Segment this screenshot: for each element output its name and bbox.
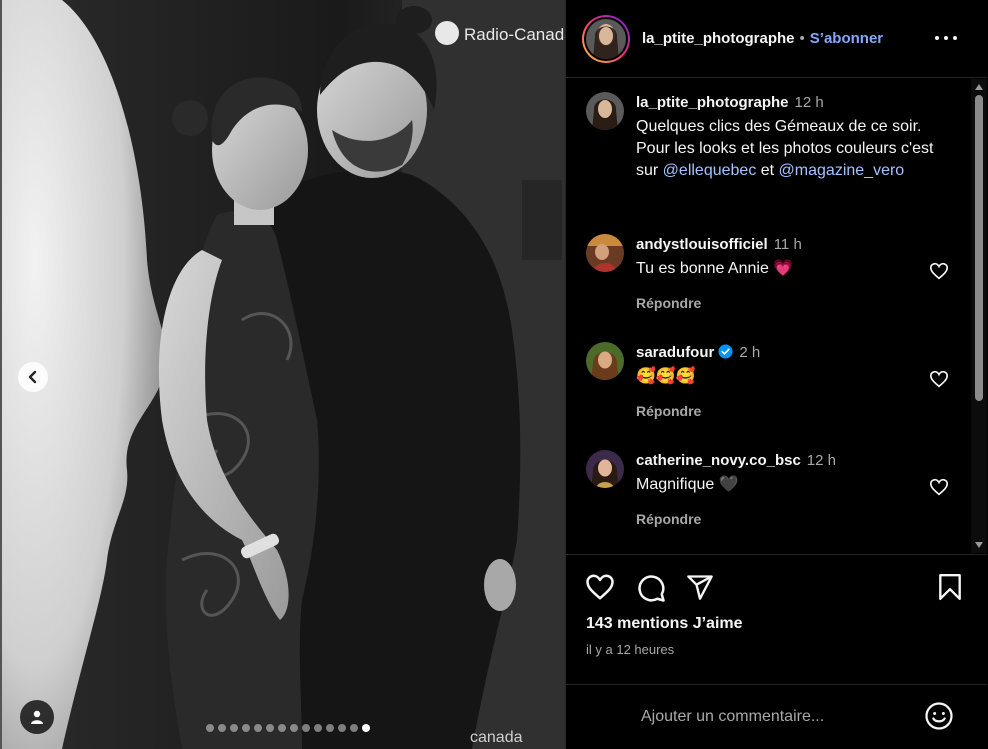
more-icon (935, 36, 939, 40)
carousel-indicator (206, 724, 370, 732)
carousel-dot (338, 724, 346, 732)
carousel-dot (242, 724, 250, 732)
carousel-dot (266, 724, 274, 732)
scroll-thumb[interactable] (975, 95, 983, 401)
author-username[interactable]: la_ptite_photographe (642, 30, 795, 47)
caption-username[interactable]: la_ptite_photographe (636, 94, 789, 111)
carousel-dot (218, 724, 226, 732)
verified-badge-icon (718, 344, 733, 359)
mention-link[interactable]: @ellequebec (663, 162, 757, 179)
comment-emoji: 🥰🥰🥰 (636, 368, 696, 385)
comment-time[interactable]: 2 h (739, 344, 760, 361)
more-options-button[interactable] (935, 28, 957, 48)
scroll-up-arrow[interactable] (975, 84, 983, 90)
comment-time[interactable]: 11 h (774, 236, 802, 253)
commenter-avatar[interactable] (586, 450, 624, 488)
mention-link[interactable]: @magazine_vero (779, 162, 905, 179)
comment-emoji: 💗 (773, 260, 794, 277)
carousel-dot (362, 724, 370, 732)
comment-text: 🥰🥰🥰 (636, 366, 936, 388)
post-caption: la_ptite_photographe 12 h Quelques clics … (586, 92, 936, 182)
share-icon[interactable] (686, 573, 714, 601)
reply-button[interactable]: Répondre (636, 295, 936, 311)
scroll-down-arrow[interactable] (975, 542, 983, 548)
carousel-dot (290, 724, 298, 732)
caption-text-part: et (756, 162, 779, 179)
comment-text: Magnifique 🖤 (636, 474, 936, 496)
post-photo: Radio-Canada canada (0, 0, 565, 749)
caption-author-avatar[interactable] (586, 92, 624, 130)
likes-count[interactable]: 143 mentions J’aime (586, 615, 743, 633)
previous-photo-button[interactable] (18, 362, 48, 392)
backdrop-logo-text: Radio-Canada (464, 25, 565, 44)
carousel-dot (350, 724, 358, 732)
comment-like-icon[interactable] (929, 262, 949, 280)
reply-button[interactable]: Répondre (636, 403, 936, 419)
author-avatar-ring[interactable] (582, 14, 630, 63)
comment-emoji: 🖤 (718, 476, 739, 493)
carousel-dot (302, 724, 310, 732)
comment-username[interactable]: catherine_novy.co_bsc (636, 452, 801, 469)
caption-text: Quelques clics des Gémeaux de ce soir. P… (636, 116, 936, 182)
tagged-users-button[interactable] (20, 700, 54, 734)
follow-button[interactable]: S’abonner (810, 30, 883, 47)
post-header: la_ptite_photographe • S’abonner (566, 0, 987, 78)
comment-item: saradufour 2 h 🥰🥰🥰 Répondre (586, 342, 936, 419)
comment-text: Tu es bonne Annie 💗 (636, 258, 936, 280)
backdrop-logo-text-bottom: canada (470, 729, 523, 746)
comment-username[interactable]: saradufour (636, 344, 714, 361)
comment-icon[interactable] (636, 573, 666, 603)
comment-text-part: Tu es bonne Annie (636, 260, 769, 277)
comments-scrollbar[interactable] (971, 79, 987, 553)
heart-icon[interactable] (585, 573, 615, 601)
post-timestamp[interactable]: il y a 12 heures (586, 642, 674, 657)
caption-time[interactable]: 12 h (795, 94, 824, 111)
user-tag-icon (31, 710, 43, 724)
emoji-icon[interactable] (924, 701, 954, 731)
comment-item: andystlouisofficiel 11 h Tu es bonne Anni… (586, 234, 936, 311)
comment-time[interactable]: 12 h (807, 452, 836, 469)
comment-input[interactable] (641, 705, 901, 729)
reply-button[interactable]: Répondre (636, 511, 936, 527)
couple-photo: Radio-Canada canada (2, 0, 565, 749)
carousel-dot (314, 724, 322, 732)
commenter-avatar[interactable] (586, 342, 624, 380)
author-avatar (586, 18, 626, 59)
carousel-dot (230, 724, 238, 732)
carousel-dot (278, 724, 286, 732)
comment-composer (566, 684, 987, 749)
post-actions: 143 mentions J’aime il y a 12 heures (566, 554, 987, 684)
chevron-left-icon (28, 370, 37, 384)
comment-username[interactable]: andystlouisofficiel (636, 236, 768, 253)
carousel-dot (254, 724, 262, 732)
commenter-avatar[interactable] (586, 234, 624, 272)
post-details-panel: la_ptite_photographe • S’abonner la_ptit… (565, 0, 988, 749)
comment-item: catherine_novy.co_bsc 12 h Magnifique 🖤 R… (586, 450, 936, 527)
header-separator: • (799, 30, 805, 47)
carousel-dot (326, 724, 334, 732)
carousel-dot (206, 724, 214, 732)
comments-list[interactable]: la_ptite_photographe 12 h Quelques clics … (566, 79, 971, 553)
comment-like-icon[interactable] (929, 478, 949, 496)
bookmark-icon[interactable] (937, 573, 963, 601)
comment-text-part: Magnifique (636, 476, 715, 493)
comment-like-icon[interactable] (929, 370, 949, 388)
